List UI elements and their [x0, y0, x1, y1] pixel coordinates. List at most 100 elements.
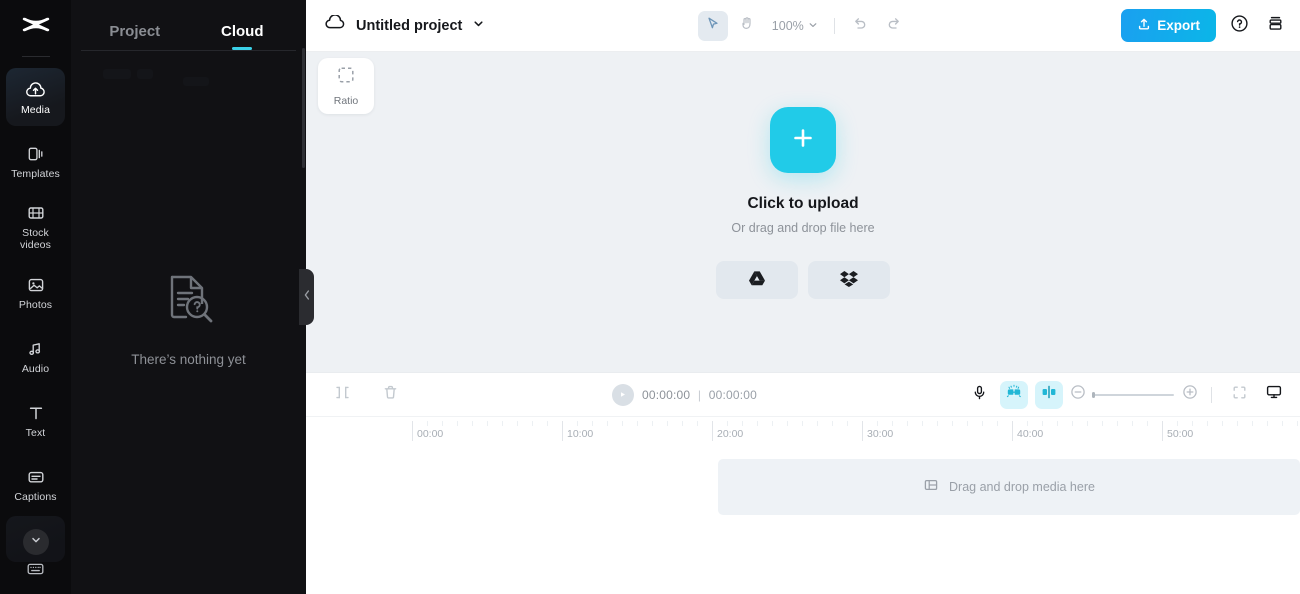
sidebar-item-text[interactable]: Text — [6, 391, 65, 449]
panel-tabs-divider — [81, 50, 296, 51]
music-note-icon — [26, 338, 46, 360]
ruler-label: 40:00 — [1017, 428, 1044, 440]
upload-subtitle: Or drag and drop file here — [731, 221, 875, 235]
timeline-right-tools — [965, 380, 1288, 409]
project-title[interactable]: Untitled project — [356, 18, 462, 34]
delete-clip-button[interactable] — [376, 381, 404, 409]
magic-audio-icon — [1005, 383, 1023, 406]
timecode-separator: | — [697, 387, 702, 402]
google-drive-button[interactable] — [716, 261, 798, 299]
sidebar-item-media[interactable]: Media — [6, 68, 65, 126]
timeline-tracks: Drag and drop media here — [306, 443, 1300, 594]
upload-area: Click to upload Or drag and drop file he… — [716, 107, 890, 299]
ruler-tick — [472, 421, 473, 426]
zoom-level-value: 100% — [771, 18, 804, 33]
zoom-slider-track[interactable] — [1092, 391, 1174, 398]
layout-button[interactable] — [1262, 13, 1288, 39]
sidebar-item-photos[interactable]: Photos — [6, 263, 65, 321]
fit-to-screen-button[interactable] — [1225, 381, 1253, 409]
ruler-tick — [532, 421, 533, 426]
total-time: 00:00:00 — [708, 387, 758, 402]
split-align-button[interactable] — [1035, 380, 1063, 409]
sidebar-item-audio[interactable]: Audio — [6, 327, 65, 385]
top-bar-right: Export — [1121, 9, 1288, 42]
ruler-tick — [1117, 421, 1118, 426]
help-circle-icon — [1230, 14, 1249, 38]
ratio-button[interactable]: Ratio — [318, 58, 374, 114]
tab-project[interactable]: Project — [81, 23, 189, 50]
panel-collapse-button[interactable] — [299, 269, 314, 325]
monitor-icon — [1265, 383, 1283, 406]
ruler-tick — [877, 421, 878, 426]
preview-stage: Ratio Click to upload Or drag and drop f… — [306, 52, 1300, 372]
chevron-down-icon[interactable] — [472, 17, 485, 35]
hand-tool-button[interactable] — [732, 11, 762, 41]
auto-enhance-button[interactable] — [1000, 380, 1028, 409]
sidebar-item-captions[interactable]: Captions — [6, 455, 65, 513]
capcut-logo[interactable] — [0, 0, 71, 56]
tab-cloud[interactable]: Cloud — [189, 23, 297, 50]
sidebar-item-templates[interactable]: Templates — [6, 132, 65, 190]
ruler-tick — [832, 421, 833, 426]
capcut-editor: Media Templates Stock videos Photos Audi… — [0, 0, 1300, 594]
redo-button[interactable] — [879, 11, 909, 41]
chevron-down-icon — [808, 19, 818, 33]
play-button[interactable] — [611, 383, 634, 406]
record-voiceover-button[interactable] — [965, 381, 993, 409]
top-bar-tools: 100% — [485, 10, 1121, 41]
sidebar-item-label: Audio — [21, 362, 50, 375]
trash-icon — [382, 384, 399, 406]
media-drop-zone[interactable]: Drag and drop media here — [718, 459, 1300, 515]
upload-button[interactable] — [770, 107, 836, 173]
rail-divider — [21, 56, 50, 57]
cursor-arrow-icon — [705, 16, 720, 36]
zoom-level-selector[interactable]: 100% — [766, 19, 824, 33]
plus-icon — [789, 124, 817, 157]
ruler-label: 30:00 — [867, 428, 894, 440]
upload-icon — [1137, 17, 1151, 34]
ruler-tick — [817, 421, 818, 426]
select-tool-button[interactable] — [697, 10, 728, 41]
microphone-icon — [971, 384, 988, 406]
preview-monitor-button[interactable] — [1260, 381, 1288, 409]
timeline-zoom-slider[interactable] — [1070, 384, 1198, 405]
cloud-icon — [324, 14, 346, 36]
sidebar-item-stock-videos[interactable]: Stock videos — [6, 196, 65, 257]
ruler-tick — [1282, 421, 1283, 426]
ruler-tick — [967, 421, 968, 426]
chevron-left-icon — [303, 288, 311, 306]
timeline: 00:00:00 | 00:00:00 00:00 10:00 20:00 30… — [306, 372, 1300, 594]
ruler-tick — [892, 421, 893, 426]
text-t-icon — [26, 402, 46, 424]
ruler-tick — [757, 421, 758, 426]
play-icon — [618, 386, 627, 404]
ruler-tick — [667, 421, 668, 426]
sidebar-more-button[interactable] — [22, 529, 49, 555]
timeline-ruler[interactable]: 00:00 10:00 20:00 30:00 40:00 50:00 — [306, 417, 1300, 443]
panel-scrollbar[interactable] — [302, 48, 305, 168]
minus-circle-icon[interactable] — [1070, 384, 1086, 405]
ruler-tick — [1072, 421, 1073, 426]
undo-button[interactable] — [845, 11, 875, 41]
timeline-playback: 00:00:00 | 00:00:00 — [404, 383, 965, 406]
export-button[interactable]: Export — [1121, 9, 1216, 42]
hand-icon — [739, 15, 755, 36]
plus-circle-icon[interactable] — [1182, 384, 1198, 405]
ruler-tick — [592, 421, 593, 426]
split-clip-button[interactable] — [328, 381, 356, 409]
help-button[interactable] — [1226, 13, 1252, 39]
ruler-tick — [1237, 421, 1238, 426]
keyboard-shortcuts-button[interactable] — [0, 561, 71, 582]
dropbox-button[interactable] — [808, 261, 890, 299]
ruler-label: 00:00 — [417, 428, 444, 440]
split-icon — [334, 384, 351, 406]
ruler-tick — [772, 421, 773, 426]
sidebar-more-container — [6, 516, 65, 562]
panel-empty-state: There’s nothing yet — [71, 101, 306, 594]
zoom-slider-knob[interactable] — [1092, 391, 1095, 398]
skeleton-block — [103, 69, 131, 79]
left-rail: Media Templates Stock videos Photos Audi… — [0, 0, 71, 594]
film-strip-icon — [923, 477, 939, 498]
sidebar-item-label: Text — [25, 426, 46, 439]
sidebar-item-label: Templates — [11, 167, 60, 180]
